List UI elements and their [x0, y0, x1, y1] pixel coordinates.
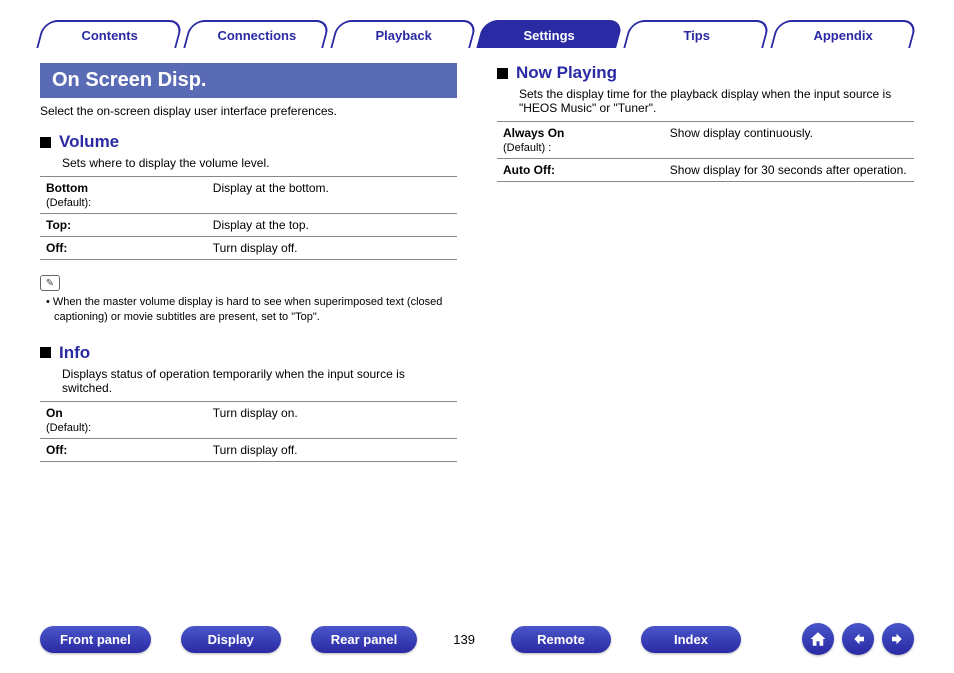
remote-button[interactable]: Remote: [511, 626, 611, 653]
desc-now-playing: Sets the display time for the playback d…: [519, 87, 914, 115]
rear-panel-button[interactable]: Rear panel: [311, 626, 417, 653]
home-icon: [809, 630, 827, 648]
arrow-left-icon: [849, 630, 867, 648]
tab-appendix[interactable]: Appendix: [770, 20, 918, 48]
table-row: Top: Display at the top.: [40, 214, 457, 237]
arrow-right-icon: [889, 630, 907, 648]
bullet-icon: [497, 68, 508, 79]
table-row: Bottom(Default): Display at the bottom.: [40, 177, 457, 214]
table-row: Auto Off: Show display for 30 seconds af…: [497, 159, 914, 182]
tab-connections[interactable]: Connections: [183, 20, 331, 48]
table-row: Off: Turn display off.: [40, 237, 457, 260]
tab-contents[interactable]: Contents: [36, 20, 184, 48]
tab-playback[interactable]: Playback: [330, 20, 478, 48]
note-icon: ✎: [40, 275, 60, 291]
prev-button[interactable]: [842, 623, 874, 655]
home-button[interactable]: [802, 623, 834, 655]
bullet-icon: [40, 347, 51, 358]
heading-volume: Volume: [59, 132, 119, 152]
top-tabs: Contents Connections Playback Settings T…: [40, 20, 914, 48]
tab-tips[interactable]: Tips: [623, 20, 771, 48]
table-row: Always On(Default) : Show display contin…: [497, 122, 914, 159]
index-button[interactable]: Index: [641, 626, 741, 653]
next-button[interactable]: [882, 623, 914, 655]
desc-volume: Sets where to display the volume level.: [62, 156, 457, 170]
page-intro: Select the on-screen display user interf…: [40, 104, 457, 118]
page-number: 139: [447, 632, 481, 647]
table-now-playing: Always On(Default) : Show display contin…: [497, 121, 914, 182]
heading-info: Info: [59, 343, 90, 363]
note-text: When the master volume display is hard t…: [40, 295, 457, 325]
table-row: Off: Turn display off.: [40, 438, 457, 461]
bullet-icon: [40, 137, 51, 148]
heading-now-playing: Now Playing: [516, 63, 617, 83]
footer: Front panel Display Rear panel 139 Remot…: [40, 623, 914, 655]
desc-info: Displays status of operation temporarily…: [62, 367, 457, 395]
page-title: On Screen Disp.: [40, 63, 457, 98]
section-volume: Volume Sets where to display the volume …: [40, 132, 457, 325]
section-info: Info Displays status of operation tempor…: [40, 343, 457, 462]
tab-settings[interactable]: Settings: [477, 20, 625, 48]
table-volume: Bottom(Default): Display at the bottom. …: [40, 176, 457, 260]
front-panel-button[interactable]: Front panel: [40, 626, 151, 653]
section-now-playing: Now Playing Sets the display time for th…: [497, 63, 914, 182]
table-info: On(Default): Turn display on. Off: Turn …: [40, 401, 457, 462]
display-button[interactable]: Display: [181, 626, 281, 653]
table-row: On(Default): Turn display on.: [40, 401, 457, 438]
